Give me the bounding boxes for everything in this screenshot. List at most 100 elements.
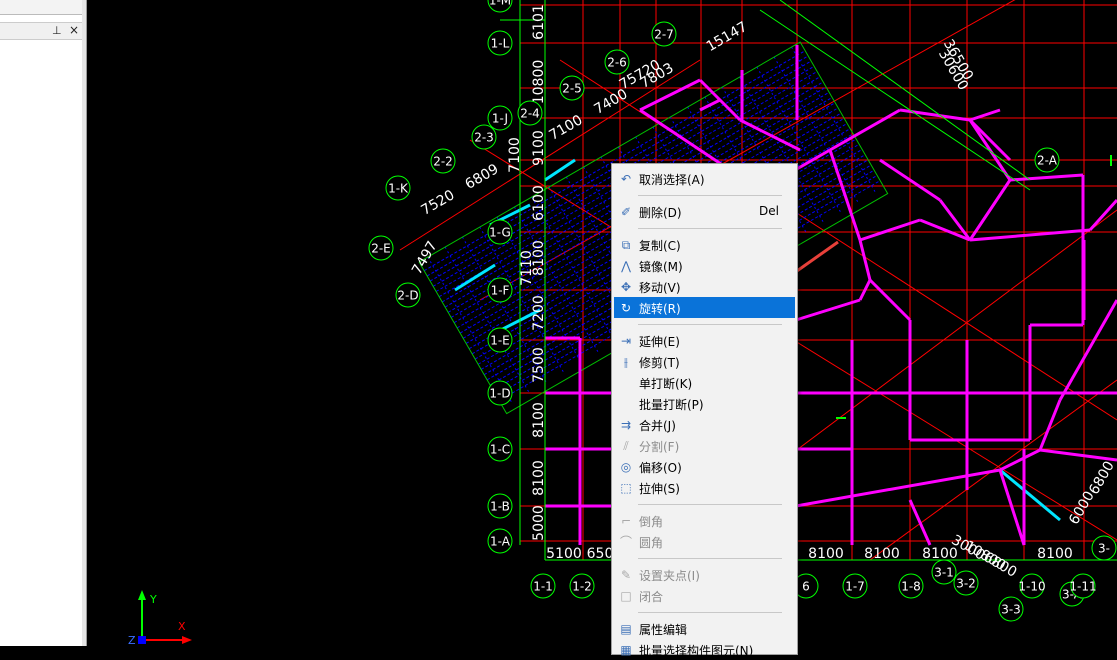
menu-item[interactable]: 单打断(K) — [614, 372, 795, 393]
beam-line — [699, 98, 721, 112]
beam-line — [1088, 198, 1117, 232]
menu-item[interactable]: ⬚ 拉伸(S) — [614, 477, 795, 498]
beam-line — [908, 499, 932, 546]
dimension-text: 6101 — [531, 4, 547, 40]
merge-icon: ⇉ — [620, 418, 632, 432]
menu-item-label: 修剪(T) — [639, 356, 680, 370]
axis-bubble: 1-J — [487, 105, 513, 131]
beam-line — [795, 298, 861, 322]
menu-item[interactable]: ◎ 偏移(O) — [614, 456, 795, 477]
dimension-text: 8100 — [531, 460, 547, 496]
menu-item-label: 圆角 — [639, 536, 664, 550]
beam-line — [1038, 399, 1062, 451]
dimension-text: 8100 — [1037, 546, 1073, 562]
axis-bubble: 1-2 — [569, 573, 595, 599]
menu-item[interactable]: ⋀ 镜像(M) — [614, 255, 795, 276]
menu-item[interactable]: ↶ 取消选择(A) — [614, 168, 795, 189]
eraser-icon: ✐ — [620, 205, 632, 219]
pin-icon[interactable]: ⊥ — [52, 24, 62, 37]
beam-line — [858, 239, 872, 281]
panel-titlebar: ⊥ × — [0, 22, 82, 40]
axis-bubble-label: 2-6 — [607, 56, 627, 70]
menu-item-label: 单打断(K) — [639, 377, 693, 391]
move-icon: ✥ — [620, 280, 632, 294]
dimension-text: 650 — [587, 546, 614, 562]
menu-item-label: 镜像(M) — [639, 260, 683, 274]
menu-separator — [638, 612, 782, 613]
axis-line — [779, 0, 1031, 181]
axis-bubble: 1-L — [487, 30, 513, 56]
mirror-icon: ⋀ — [621, 259, 631, 273]
axis-bubble-label: 1-E — [490, 334, 510, 348]
axis-bubble-label: 1-G — [489, 226, 511, 240]
menu-item-label: 偏移(O) — [639, 461, 682, 475]
menu-item-label: 合并(J) — [639, 419, 676, 433]
axis-bubble: 2-7 — [651, 21, 677, 47]
menu-item[interactable]: ▦ 批量选择构件图元(N) — [614, 639, 795, 660]
menu-shortcut: Del — [759, 204, 779, 218]
menu-item-label: 删除(D) — [639, 206, 682, 220]
undo-icon: ↶ — [620, 172, 632, 186]
menu-item-label: 复制(C) — [639, 239, 681, 253]
menu-item: ⌐ 倒角 — [614, 510, 795, 531]
axis-bubble: 2-E — [368, 235, 394, 261]
axis-bubble-label: 3-3 — [1001, 603, 1021, 617]
ucs-icon: Y X Z — [128, 590, 192, 646]
menu-item-label: 批量打断(P) — [639, 398, 704, 412]
axis-bubble-label: 2-5 — [562, 82, 582, 96]
axis-bubble-label: 1-B — [490, 500, 510, 514]
dimension-text: 6100 — [531, 185, 547, 221]
axis-line — [759, 9, 1031, 191]
axis-bubble-label: 2-4 — [520, 107, 540, 121]
menu-separator — [638, 195, 782, 196]
axis-bubble-label: 1-1 — [533, 580, 553, 594]
menu-item[interactable]: ▤ 属性编辑 — [614, 618, 795, 639]
axis-bubble-label: 1-F — [491, 284, 510, 298]
menu-item-label: 批量选择构件图元(N) — [639, 644, 754, 658]
menu-item[interactable]: 批量打断(P) — [614, 393, 795, 414]
rebar-line — [791, 46, 877, 195]
axis-bubble: 3-2 — [953, 570, 979, 596]
close-icon[interactable]: × — [69, 23, 79, 37]
grip-icon: ✎ — [620, 568, 632, 582]
ucs-y-label: Y — [149, 593, 157, 606]
axis-bubble-label: 3-1 — [934, 566, 954, 580]
axis-bubble: 3- — [1091, 535, 1117, 561]
axis-bubble: 3-3 — [998, 596, 1024, 622]
panel-splitter[interactable] — [82, 0, 86, 646]
menu-item[interactable]: ⧉ 复制(C) — [614, 234, 795, 255]
axis-bubble: 1-G — [487, 219, 513, 245]
context-menu: ↶ 取消选择(A) ✐ 删除(D) Del ⧉ 复制(C) ⋀ 镜像(M) ✥ 移动(V) ↻ 旋转(R… — [611, 163, 798, 658]
menu-item[interactable]: ⫲ 修剪(T) — [614, 351, 795, 372]
menu-item[interactable]: ⇉ 合并(J) — [614, 414, 795, 435]
menu-item[interactable]: ✐ 删除(D) Del — [614, 201, 795, 222]
menu-separator — [638, 504, 782, 505]
menu-item: ⫽ 分割(F) — [614, 435, 795, 456]
cad-canvas[interactable]: 6101 10800 9100 6100 8100 7200 7500 8100 8100 500… — [87, 0, 1117, 646]
axis-bubble: 1-B — [487, 493, 513, 519]
copy-icon: ⧉ — [621, 238, 631, 252]
axis-bubble: 2-6 — [604, 49, 630, 75]
beam-cyan — [544, 158, 576, 182]
axis-bubble: 2-D — [395, 282, 421, 308]
axis-bubble: 1-M — [487, 0, 513, 13]
axis-bubble-label: 2-A — [1037, 154, 1058, 168]
axis-bubble-label: 1-M — [489, 0, 511, 8]
menu-separator — [638, 558, 782, 559]
axis-bubble-label: 1-A — [490, 535, 511, 549]
ucs-z-label: Z — [128, 634, 136, 646]
menu-item[interactable]: ⇥ 延伸(E) — [614, 330, 795, 351]
stretch-icon: ⬚ — [620, 481, 632, 495]
menu-item[interactable]: ↻ 旋转(R) — [614, 297, 795, 318]
menu-item-label: 倒角 — [639, 515, 664, 529]
rotate-icon: ↻ — [620, 301, 632, 315]
axis-bubble: 1-E — [487, 327, 513, 353]
axis-bubble-label: 3-2 — [956, 577, 976, 591]
chamfer-icon: ⌐ — [620, 514, 632, 528]
axis-bubble: 1-A — [487, 528, 513, 554]
axis-bubble: 1-K — [385, 175, 411, 201]
axis-bubble: 1-7 — [842, 573, 868, 599]
offset-icon: ◎ — [620, 460, 632, 474]
menu-item[interactable]: ✥ 移动(V) — [614, 276, 795, 297]
beam-line — [1058, 299, 1117, 401]
